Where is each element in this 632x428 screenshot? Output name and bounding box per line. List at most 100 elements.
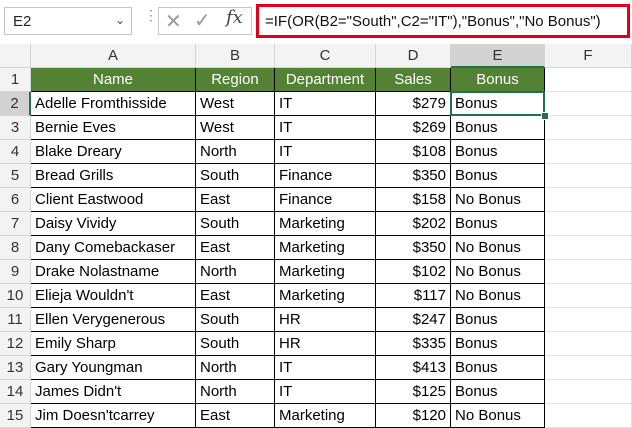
data-cell[interactable]: Bonus (451, 380, 545, 404)
row-header-9[interactable]: 9 (0, 260, 31, 284)
data-cell[interactable]: Finance (275, 188, 376, 212)
column-header-f[interactable]: F (545, 44, 632, 68)
chevron-down-icon[interactable]: ⌄ (115, 13, 125, 27)
row-header-2[interactable]: 2 (0, 92, 31, 116)
data-cell[interactable]: North (196, 380, 275, 404)
data-cell[interactable]: Bonus (451, 308, 545, 332)
column-header-d[interactable]: D (376, 44, 451, 68)
data-cell[interactable]: $117 (376, 284, 451, 308)
data-cell[interactable]: IT (275, 356, 376, 380)
empty-cell[interactable] (545, 164, 632, 188)
empty-cell[interactable] (545, 404, 632, 428)
fill-handle[interactable] (541, 112, 549, 120)
data-cell[interactable]: $158 (376, 188, 451, 212)
empty-cell[interactable] (545, 140, 632, 164)
data-cell[interactable]: Bonus (451, 116, 545, 140)
data-cell[interactable]: South (196, 332, 275, 356)
data-cell[interactable]: $125 (376, 380, 451, 404)
data-cell[interactable]: Client Eastwood (31, 188, 196, 212)
data-cell[interactable]: Marketing (275, 260, 376, 284)
empty-cell[interactable] (545, 356, 632, 380)
data-cell[interactable]: HR (275, 332, 376, 356)
row-header-12[interactable]: 12 (0, 332, 31, 356)
row-header-4[interactable]: 4 (0, 140, 31, 164)
empty-cell[interactable] (545, 332, 632, 356)
empty-cell[interactable] (545, 212, 632, 236)
data-cell[interactable]: IT (275, 92, 376, 116)
column-header-b[interactable]: B (196, 44, 275, 68)
header-cell[interactable]: Department (275, 68, 376, 92)
row-header-13[interactable]: 13 (0, 356, 31, 380)
data-cell[interactable]: Daisy Vividy (31, 212, 196, 236)
data-cell[interactable]: South (196, 308, 275, 332)
data-cell[interactable]: South (196, 164, 275, 188)
data-cell[interactable]: IT (275, 116, 376, 140)
data-cell[interactable]: $350 (376, 236, 451, 260)
data-cell[interactable]: North (196, 140, 275, 164)
empty-cell[interactable] (545, 380, 632, 404)
empty-cell[interactable] (545, 188, 632, 212)
name-box[interactable]: E2 ⌄ (4, 7, 132, 35)
data-cell[interactable]: $202 (376, 212, 451, 236)
data-cell[interactable]: $279 (376, 92, 451, 116)
row-header-10[interactable]: 10 (0, 284, 31, 308)
row-header-7[interactable]: 7 (0, 212, 31, 236)
data-cell[interactable]: Marketing (275, 284, 376, 308)
header-cell[interactable]: Sales (376, 68, 451, 92)
data-cell[interactable]: $269 (376, 116, 451, 140)
data-cell[interactable]: $413 (376, 356, 451, 380)
data-cell[interactable]: Gary Youngman (31, 356, 196, 380)
row-header-3[interactable]: 3 (0, 116, 31, 140)
data-cell[interactable]: James Didn't (31, 380, 196, 404)
select-all-corner[interactable] (0, 44, 31, 68)
data-cell[interactable]: Ellen Verygenerous (31, 308, 196, 332)
data-cell[interactable]: South (196, 212, 275, 236)
data-cell[interactable]: HR (275, 308, 376, 332)
data-cell[interactable]: East (196, 188, 275, 212)
data-cell[interactable]: $102 (376, 260, 451, 284)
data-cell[interactable]: $350 (376, 164, 451, 188)
row-header-1[interactable]: 1 (0, 68, 31, 92)
data-cell[interactable]: $335 (376, 332, 451, 356)
data-cell[interactable]: Dany Comebackaser (31, 236, 196, 260)
row-header-14[interactable]: 14 (0, 380, 31, 404)
data-cell[interactable]: Marketing (275, 212, 376, 236)
data-cell[interactable]: East (196, 404, 275, 428)
data-cell[interactable]: North (196, 260, 275, 284)
data-cell[interactable]: Elieja Wouldn't (31, 284, 196, 308)
header-cell[interactable]: Name (31, 68, 196, 92)
data-cell[interactable]: Bonus (451, 92, 545, 116)
column-header-c[interactable]: C (275, 44, 376, 68)
row-header-11[interactable]: 11 (0, 308, 31, 332)
insert-function-icon[interactable]: fx (226, 7, 243, 28)
data-cell[interactable]: IT (275, 140, 376, 164)
data-cell[interactable]: West (196, 116, 275, 140)
data-cell[interactable]: Drake Nolastname (31, 260, 196, 284)
header-cell[interactable]: Region (196, 68, 275, 92)
formula-input[interactable]: =IF(OR(B2="South",C2="IT"),"Bonus","No B… (256, 4, 630, 38)
empty-cell[interactable] (545, 236, 632, 260)
data-cell[interactable]: Emily Sharp (31, 332, 196, 356)
data-cell[interactable]: No Bonus (451, 284, 545, 308)
empty-cell[interactable] (545, 68, 632, 92)
column-header-e[interactable]: E (451, 44, 545, 68)
data-cell[interactable]: $108 (376, 140, 451, 164)
row-header-5[interactable]: 5 (0, 164, 31, 188)
column-header-a[interactable]: A (31, 44, 196, 68)
data-cell[interactable]: $247 (376, 308, 451, 332)
data-cell[interactable]: Finance (275, 164, 376, 188)
data-cell[interactable]: Adelle Fromthisside (31, 92, 196, 116)
data-cell[interactable]: Jim Doesn'tcarrey (31, 404, 196, 428)
data-cell[interactable]: Bread Grills (31, 164, 196, 188)
data-cell[interactable]: Marketing (275, 404, 376, 428)
data-cell[interactable]: Marketing (275, 236, 376, 260)
data-cell[interactable]: Bernie Eves (31, 116, 196, 140)
data-cell[interactable]: No Bonus (451, 260, 545, 284)
enter-check-icon[interactable]: ✓ (194, 8, 211, 33)
row-header-15[interactable]: 15 (0, 404, 31, 428)
row-header-8[interactable]: 8 (0, 236, 31, 260)
data-cell[interactable]: No Bonus (451, 236, 545, 260)
data-cell[interactable]: East (196, 284, 275, 308)
empty-cell[interactable] (545, 92, 632, 116)
data-cell[interactable]: West (196, 92, 275, 116)
